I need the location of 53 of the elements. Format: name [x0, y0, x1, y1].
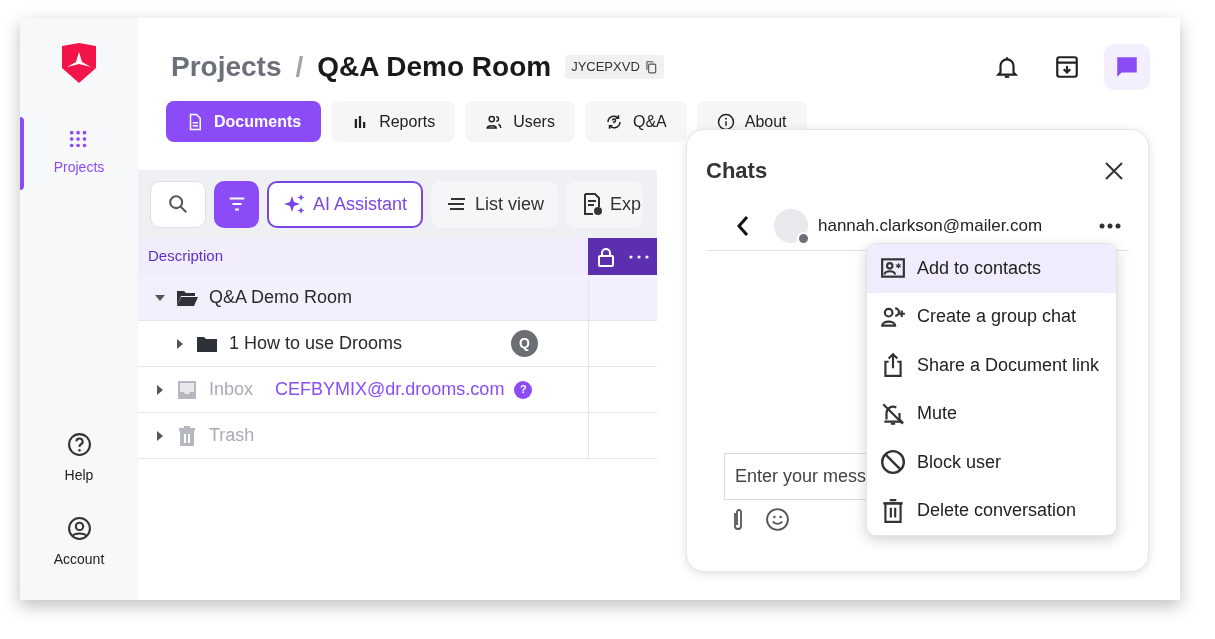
list-view-button[interactable]: List view [431, 180, 559, 228]
avatar-badge: Q [511, 330, 538, 357]
row-label: Inbox [209, 378, 254, 401]
logo-icon [60, 42, 98, 84]
more-icon [1099, 222, 1121, 229]
menu-item[interactable]: Block user [867, 438, 1116, 487]
help-icon [66, 432, 92, 457]
row-label: Trash [209, 424, 255, 447]
sidebar-item[interactable]: Projects [20, 117, 138, 190]
row-label: 1 How to use Drooms [229, 332, 403, 355]
page-title: Q&A Demo Room [317, 50, 552, 84]
tab[interactable]: Q&A [584, 101, 687, 142]
close-icon [1103, 159, 1125, 182]
copy-icon [643, 60, 658, 74]
sparkle-icon [283, 192, 307, 216]
contact-email: hannah.clarkson@mailer.com [818, 214, 1043, 237]
menu-item[interactable]: Share a Document link [867, 341, 1116, 390]
refresh-question-icon [604, 112, 623, 131]
ai-assistant-button[interactable]: AI Assistant [267, 180, 424, 228]
tab[interactable]: Documents [166, 101, 322, 142]
close-button[interactable] [1103, 159, 1125, 182]
column-actions[interactable] [588, 238, 657, 275]
breadcrumb-separator: / [295, 50, 304, 84]
caret-right-icon[interactable] [175, 338, 185, 349]
menu-item[interactable]: Create a group chat [867, 292, 1116, 341]
room-code-badge[interactable]: JYCEPXVD [565, 55, 664, 79]
search-icon [167, 193, 189, 215]
emoji-icon[interactable] [765, 507, 790, 532]
export-button[interactable]: Exp [566, 180, 644, 228]
tree-row[interactable]: 1 How to use Drooms Q [138, 321, 657, 367]
bell-icon [994, 54, 1020, 80]
tab[interactable]: Reports [331, 101, 456, 142]
breadcrumb-link[interactable]: Projects [171, 46, 282, 88]
archive-icon [1054, 54, 1080, 80]
account-icon [66, 516, 92, 541]
lock-icon [596, 246, 615, 267]
menu-item[interactable]: Add to contacts [867, 244, 1116, 293]
menu-item[interactable]: Mute [867, 389, 1116, 438]
tree-row[interactable]: Q&A Demo Room [138, 275, 657, 321]
filter-button[interactable] [214, 180, 259, 228]
more-icon [628, 254, 649, 259]
back-button[interactable] [736, 214, 750, 237]
menu-item[interactable]: Delete conversation [867, 486, 1116, 535]
caret-down-icon[interactable] [155, 292, 165, 303]
row-label: Q&A Demo Room [209, 286, 353, 309]
info-icon [716, 112, 735, 131]
block-icon [879, 449, 907, 476]
back-icon [736, 214, 750, 237]
search-button[interactable] [150, 180, 206, 228]
sidebar-item[interactable]: Help [20, 432, 138, 486]
tab[interactable]: Users [465, 101, 575, 142]
panel-title: Chats [706, 157, 768, 185]
sidebar-item[interactable]: Account [20, 516, 138, 570]
